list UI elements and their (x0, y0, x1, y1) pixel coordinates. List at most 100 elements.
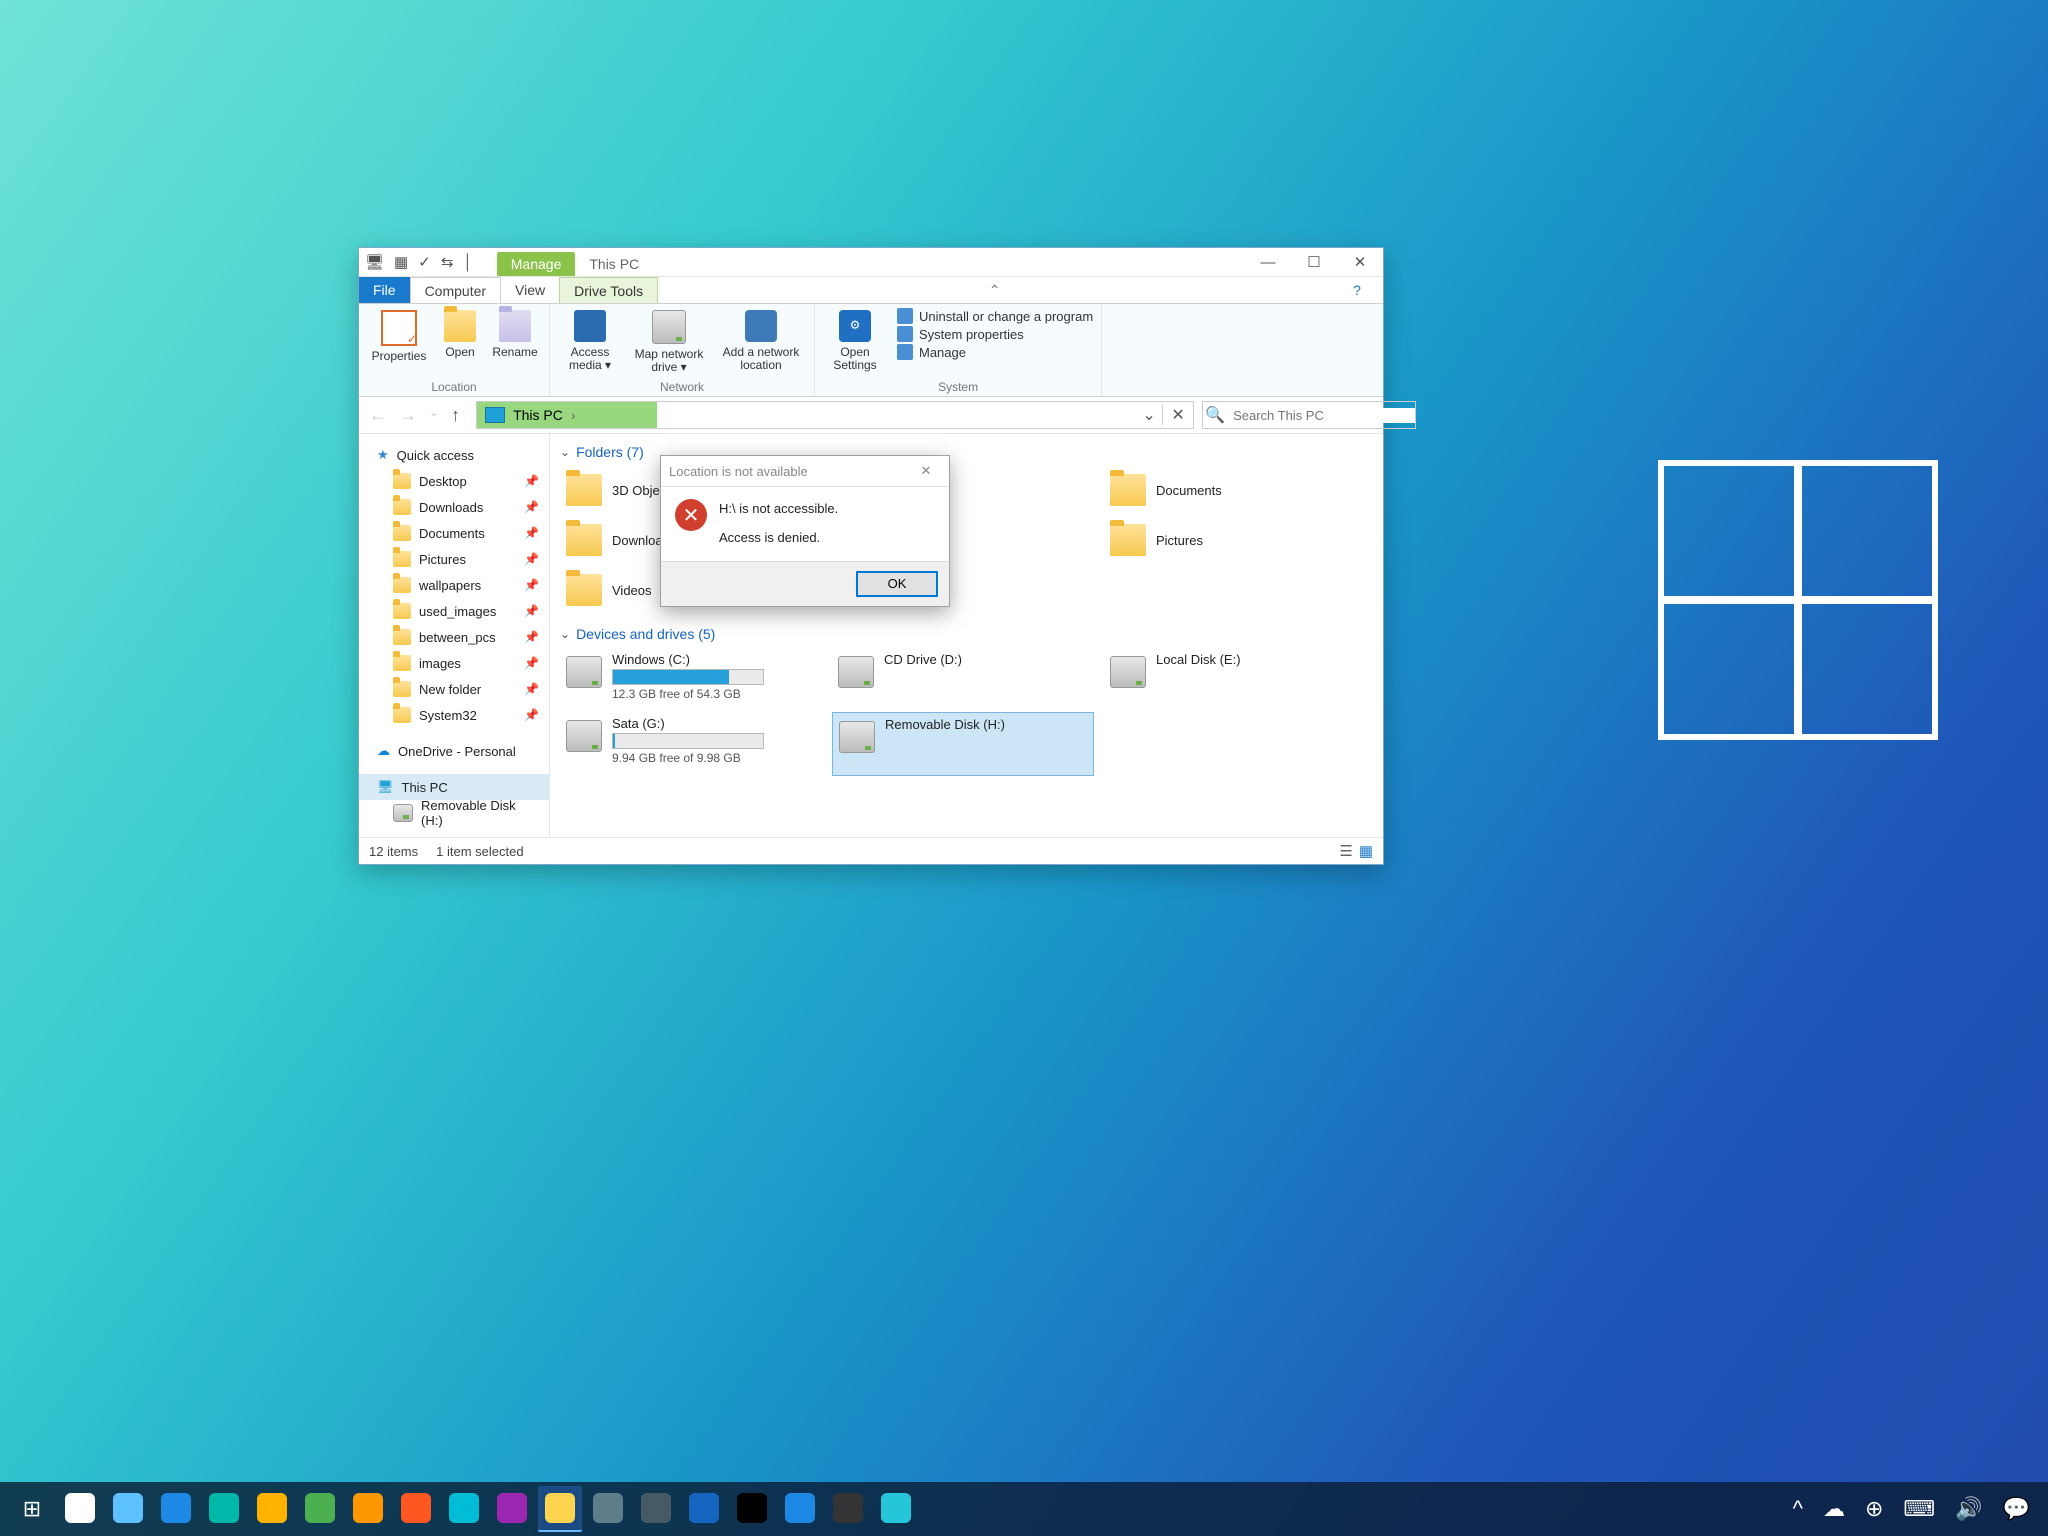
qat-item[interactable]: ✓ (418, 253, 431, 271)
search-input[interactable] (1227, 408, 1415, 423)
quick-access-toolbar: 🖥 ▦ ✓ ⇆ │ (359, 253, 479, 271)
sidebar-item[interactable]: wallpapers📌 (359, 572, 549, 598)
taskbar-app[interactable] (682, 1486, 726, 1530)
tray-chevron-icon[interactable]: ^ (1793, 1496, 1803, 1522)
taskbar-app[interactable] (826, 1486, 870, 1530)
sidebar-item[interactable]: Pictures📌 (359, 546, 549, 572)
onedrive-tray-icon[interactable]: ☁ (1823, 1496, 1845, 1522)
sidebar-item[interactable]: New folder📌 (359, 676, 549, 702)
tab-file[interactable]: File (359, 277, 410, 303)
ok-button[interactable]: OK (857, 572, 937, 596)
address-bar[interactable]: This PC › ⌄ ✕ (476, 401, 1194, 429)
manage-link[interactable]: Manage (897, 344, 1093, 360)
breadcrumb[interactable]: This PC (513, 407, 563, 423)
details-view-icon[interactable]: ☰ (1339, 842, 1352, 860)
sidebar-item[interactable]: used_images📌 (359, 598, 549, 624)
qat-chevron[interactable]: │ (463, 254, 472, 271)
sidebar-item[interactable]: Desktop📌 (359, 468, 549, 494)
volume-tray-icon[interactable]: 🔊 (1955, 1496, 1982, 1522)
onedrive-node[interactable]: ☁OneDrive - Personal (359, 738, 549, 764)
address-dropdown-icon[interactable]: ⌄ (1136, 405, 1162, 425)
taskbar-app[interactable] (778, 1486, 822, 1530)
system-properties-link[interactable]: System properties (897, 326, 1093, 342)
dialog-titlebar[interactable]: Location is not available ✕ (661, 456, 949, 487)
group-label: Network (660, 380, 704, 394)
this-pc-node[interactable]: 🖥This PC (359, 774, 549, 800)
folder-item[interactable]: Documents (1104, 466, 1364, 514)
minimize-button[interactable]: — (1245, 248, 1291, 276)
properties-button[interactable]: ✓Properties (367, 308, 431, 380)
taskbar-app[interactable] (346, 1486, 390, 1530)
back-button[interactable]: ← (369, 405, 387, 426)
breadcrumb-sep[interactable]: › (571, 407, 576, 423)
open-settings-button[interactable]: ⚙Open Settings (823, 308, 887, 380)
tab-drive-tools[interactable]: Drive Tools (559, 277, 658, 303)
access-media-button[interactable]: Access media ▾ (558, 308, 622, 380)
up-button[interactable]: ↑ (451, 405, 460, 426)
sidebar-item[interactable]: Documents📌 (359, 520, 549, 546)
taskbar-app[interactable] (730, 1486, 774, 1530)
tab-computer[interactable]: Computer (410, 277, 501, 303)
taskbar-app[interactable] (298, 1486, 342, 1530)
search-box[interactable]: 🔍 (1202, 401, 1416, 429)
pin-icon: 📌 (524, 500, 539, 514)
taskbar-app[interactable] (538, 1486, 582, 1532)
drive-item[interactable]: Local Disk (E:) (1104, 648, 1364, 710)
pin-icon: 📌 (524, 474, 539, 488)
taskbar-app[interactable] (394, 1486, 438, 1530)
removable-disk-node[interactable]: Removable Disk (H:) (359, 800, 549, 826)
sidebar-item[interactable]: between_pcs📌 (359, 624, 549, 650)
notifications-icon[interactable]: 💬 (2003, 1496, 2030, 1522)
drive-item[interactable]: CD Drive (D:) (832, 648, 1092, 710)
refresh-button[interactable]: ✕ (1162, 405, 1193, 425)
security-tray-icon[interactable]: ⊕ (1865, 1496, 1883, 1522)
tiles-view-icon[interactable]: ▦ (1359, 842, 1373, 860)
ribbon-collapse-icon[interactable]: ⌃ (975, 277, 1015, 303)
system-tray[interactable]: ^ ☁ ⊕ ⌨ 🔊 💬 (1783, 1496, 2040, 1522)
taskbar-app[interactable] (634, 1486, 678, 1530)
taskbar-app[interactable] (250, 1486, 294, 1530)
close-button[interactable]: ✕ (1337, 248, 1383, 276)
qat-item[interactable]: ⇆ (441, 253, 454, 271)
drive-item[interactable]: Windows (C:)12.3 GB free of 54.3 GB (560, 648, 820, 710)
folder-item[interactable]: Pictures (1104, 516, 1364, 564)
quick-access-node[interactable]: ★Quick access (359, 442, 549, 468)
dialog-close-button[interactable]: ✕ (911, 463, 941, 479)
taskbar-app[interactable] (58, 1486, 102, 1530)
pin-icon: 📌 (524, 682, 539, 696)
taskbar-app[interactable] (106, 1486, 150, 1530)
help-icon[interactable]: ? (1331, 277, 1383, 303)
taskbar[interactable]: ⊞ ^ ☁ ⊕ ⌨ 🔊 💬 (0, 1482, 2048, 1536)
open-button[interactable]: Open (437, 308, 483, 380)
navigation-pane[interactable]: ★Quick access Desktop📌Downloads📌Document… (359, 434, 550, 837)
sidebar-item[interactable]: images📌 (359, 650, 549, 676)
taskbar-app[interactable] (442, 1486, 486, 1530)
taskbar-app[interactable] (586, 1486, 630, 1530)
qat-item[interactable]: ▦ (394, 253, 408, 271)
input-tray-icon[interactable]: ⌨ (1903, 1496, 1935, 1522)
drive-label: CD Drive (D:) (884, 652, 962, 667)
taskbar-app[interactable] (874, 1486, 918, 1530)
maximize-button[interactable]: ☐ (1291, 248, 1337, 276)
taskbar-app[interactable] (154, 1486, 198, 1530)
forward-button[interactable]: → (399, 405, 417, 426)
nav-row: ← → ⌄ ↑ This PC › ⌄ ✕ 🔍 (359, 397, 1383, 434)
sidebar-item[interactable]: Downloads📌 (359, 494, 549, 520)
recent-dropdown-icon[interactable]: ⌄ (429, 405, 439, 426)
folder-icon (393, 525, 411, 541)
rename-button[interactable]: Rename (489, 308, 541, 380)
start-button[interactable]: ⊞ (10, 1487, 54, 1531)
sidebar-item[interactable]: System32📌 (359, 702, 549, 728)
drive-item[interactable]: Removable Disk (H:) (832, 712, 1094, 776)
drives-section-header[interactable]: ⌄Devices and drives (5) (560, 620, 1383, 648)
add-location-button[interactable]: Add a network location (716, 308, 806, 380)
map-drive-button[interactable]: Map network drive ▾ (628, 308, 710, 380)
capacity-bar (612, 669, 764, 685)
uninstall-link[interactable]: Uninstall or change a program (897, 308, 1093, 324)
titlebar[interactable]: 🖥 ▦ ✓ ⇆ │ Manage This PC — ☐ ✕ (359, 248, 1383, 277)
contextual-tab-manage[interactable]: Manage (497, 252, 576, 276)
taskbar-app[interactable] (490, 1486, 534, 1530)
tab-view[interactable]: View (501, 277, 559, 303)
drive-item[interactable]: Sata (G:)9.94 GB free of 9.98 GB (560, 712, 820, 774)
taskbar-app[interactable] (202, 1486, 246, 1530)
